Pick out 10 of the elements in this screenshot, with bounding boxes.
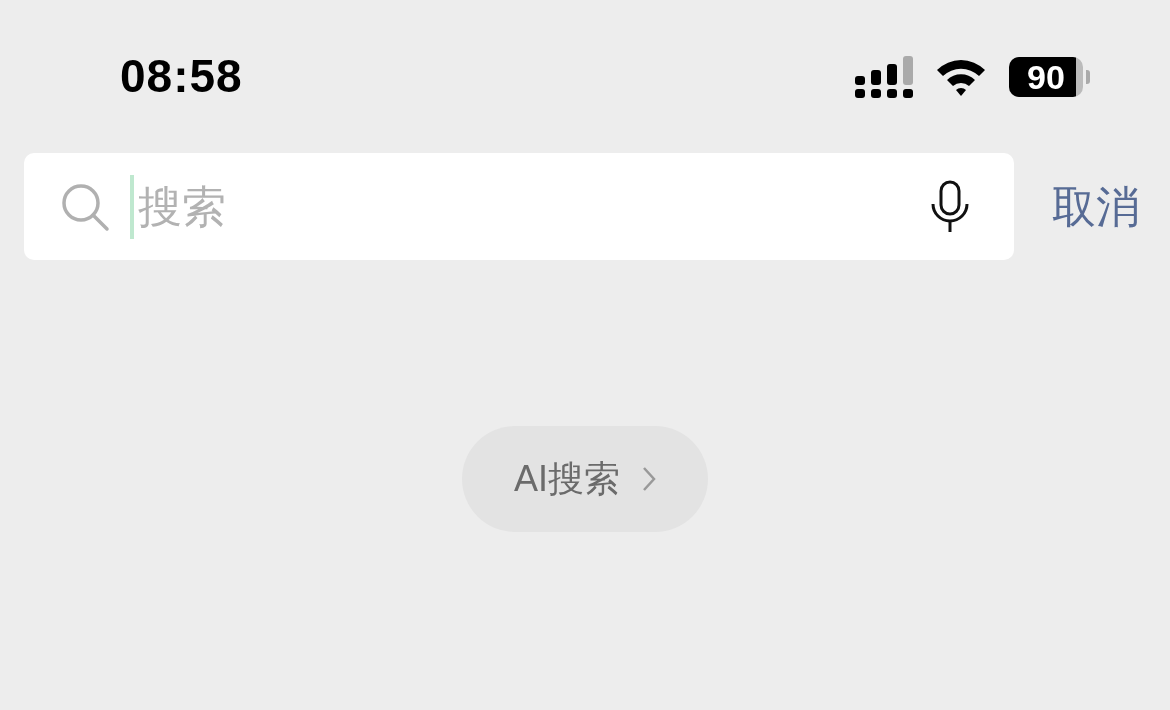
ai-search-button[interactable]: AI搜索 bbox=[462, 426, 708, 532]
search-input[interactable]: 搜索 bbox=[130, 174, 910, 239]
chevron-icon bbox=[642, 466, 656, 492]
search-icon bbox=[60, 181, 110, 232]
battery-level: 90 bbox=[1026, 56, 1066, 97]
signal-icon bbox=[855, 55, 913, 98]
cancel-button[interactable]: 取消 bbox=[1052, 173, 1140, 240]
search-field[interactable]: 搜索 bbox=[24, 153, 1014, 260]
status-time: 08:58 bbox=[120, 49, 243, 104]
microphone-icon[interactable] bbox=[930, 179, 970, 234]
